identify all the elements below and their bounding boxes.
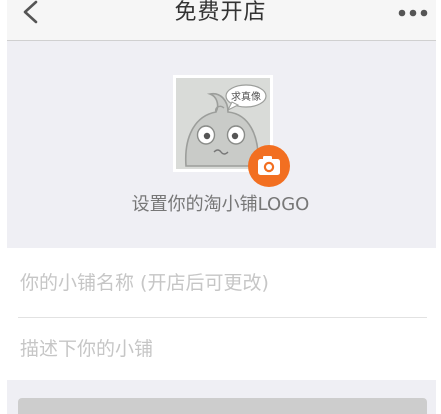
bubble-text: 求真像 xyxy=(231,90,261,103)
nav-bar: 免费开店 xyxy=(0,0,441,41)
left-edge xyxy=(0,0,7,414)
more-dots-icon xyxy=(398,9,428,17)
more-button[interactable] xyxy=(397,4,429,22)
submit-button[interactable] xyxy=(18,398,427,414)
right-edge xyxy=(436,0,441,414)
page-title: 免费开店 xyxy=(174,0,267,25)
shop-desc-field xyxy=(0,318,441,380)
logo-label: 设置你的淘小铺LOGO xyxy=(131,194,310,215)
shop-name-input[interactable] xyxy=(20,268,427,298)
shop-desc-input[interactable] xyxy=(20,334,427,364)
camera-button[interactable] xyxy=(248,145,290,187)
bottom-area xyxy=(0,380,441,414)
camera-icon xyxy=(248,145,290,187)
logo-section: 求真像 设置你的淘小铺LOGO xyxy=(0,41,441,248)
shop-name-field xyxy=(0,248,441,318)
app-screen: 免费开店 求真像 设置你的淘小铺LOGO 你的小铺名称 (开店后可更改) 描述下… xyxy=(0,0,441,414)
